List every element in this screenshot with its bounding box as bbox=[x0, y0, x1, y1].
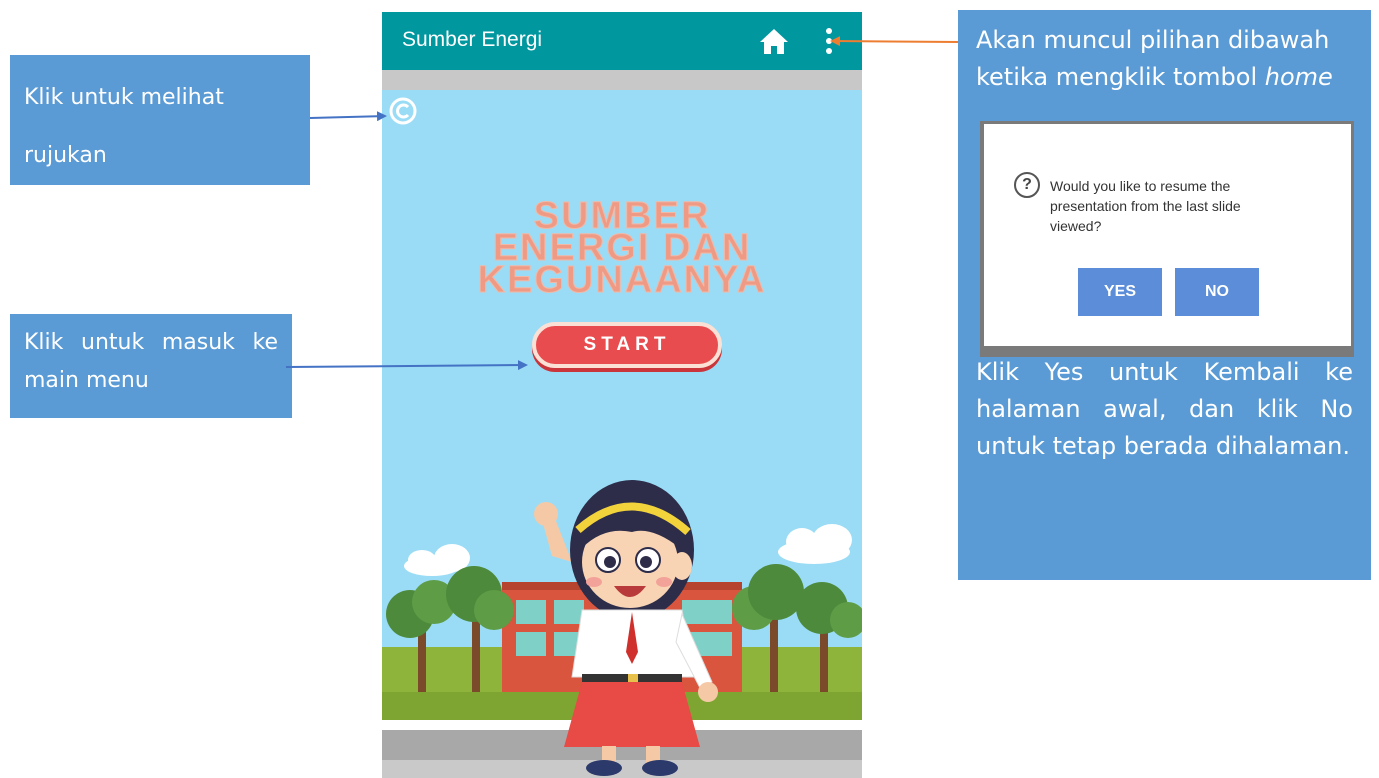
start-note-text: Klik untuk masuk ke main menu bbox=[24, 330, 278, 393]
yes-button[interactable]: YES bbox=[1078, 268, 1162, 316]
dialog-message: Would you like to resume the presentatio… bbox=[1050, 178, 1241, 234]
start-note: Klik untuk masuk ke main menu bbox=[10, 314, 292, 418]
more-vertical-icon[interactable] bbox=[822, 25, 836, 57]
references-note: Klik untuk melihat rujukan bbox=[10, 55, 310, 185]
status-strip bbox=[382, 70, 862, 90]
no-button[interactable]: NO bbox=[1175, 268, 1259, 316]
resume-dialog: ? Would you like to resume the presentat… bbox=[984, 124, 1351, 346]
references-note-text: Klik untuk melihat rujukan bbox=[24, 85, 224, 168]
resume-dialog-frame: ? Would you like to resume the presentat… bbox=[980, 121, 1354, 357]
arrow-to-copyright bbox=[309, 111, 387, 122]
school-illustration bbox=[382, 480, 862, 778]
home-note-intro: Akan muncul pilihan dibawah ketika mengk… bbox=[976, 22, 1353, 96]
home-note-outro: Klik Yes untuk Kembali ke halaman awal, … bbox=[976, 358, 1353, 460]
home-note-home-word: home bbox=[1264, 63, 1333, 91]
app-title: Sumber Energi bbox=[402, 28, 543, 51]
cloud-right bbox=[778, 524, 852, 564]
question-icon: ? bbox=[1014, 172, 1040, 198]
home-icon[interactable] bbox=[758, 25, 790, 57]
app-bar: Sumber Energi bbox=[382, 12, 862, 70]
page-title: SUMBER ENERGI DAN KEGUNAANYA bbox=[382, 197, 862, 301]
title-line: KEGUNAANYA bbox=[477, 259, 767, 301]
phone-screen: Sumber Energi SUMBER ENERGI DAN KEGUNAAN… bbox=[382, 12, 862, 778]
copyright-icon[interactable] bbox=[388, 96, 418, 126]
start-button[interactable]: START bbox=[532, 322, 722, 368]
